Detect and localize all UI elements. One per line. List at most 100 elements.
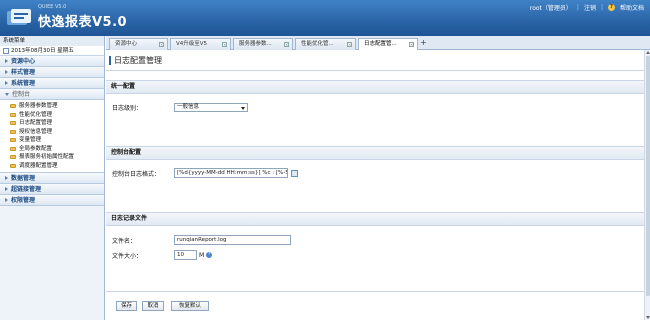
folder-icon (10, 146, 16, 151)
sidebar-item-hyperlink-management[interactable]: 超链接管理 (0, 184, 104, 195)
folder-icon (10, 138, 16, 143)
help-link[interactable]: 帮助文档 (620, 3, 644, 12)
log-level-value: 一般信息 (177, 104, 200, 110)
tab-bar: 资源中心 × V4升级至V5 × 服务器参数... × 性能优化管... × 日志配置管… (106, 36, 650, 51)
submenu-label: 服务器参数管理 (19, 103, 58, 109)
sidebar-item-console[interactable]: 控制台 (0, 89, 104, 100)
sidebar-item-style-management[interactable]: 样式管理 (0, 67, 104, 78)
user-menu: root（管理员） | 注销 | ? 帮助文档 (530, 3, 644, 12)
folder-icon (10, 163, 16, 168)
sidebar-item-system-management[interactable]: 系统管理 (0, 78, 104, 89)
current-user: root（管理员） (529, 5, 572, 12)
submenu-item[interactable]: 全局参数配置 (10, 145, 104, 154)
submenu-item[interactable]: 报表服务初始属性配置 (10, 153, 104, 162)
date-display: 2013年08月30日 星期五 (0, 46, 104, 56)
close-icon[interactable]: × (409, 42, 414, 47)
close-icon[interactable]: × (284, 42, 289, 47)
chevron-down-icon (241, 107, 245, 110)
scroll-down-icon[interactable] (646, 316, 650, 319)
sidebar-item-label: 数据管理 (11, 174, 36, 182)
submenu-label: 全局参数配置 (19, 145, 53, 152)
log-level-row: 日志级别： 一般信息 (112, 103, 248, 112)
file-size-label: 文件大小： (112, 252, 143, 260)
sidebar-item-label: 控制台 (12, 90, 31, 98)
help-icon[interactable]: ? (206, 252, 213, 258)
divider: | (576, 4, 579, 11)
sidebar-title: 系统菜单 (0, 36, 104, 46)
help-icon[interactable]: ? (607, 4, 615, 11)
close-icon[interactable]: × (347, 42, 352, 47)
calendar-icon (3, 47, 9, 54)
expand-icon (5, 198, 8, 202)
collapse-icon (5, 92, 9, 96)
tab-performance[interactable]: 性能优化管... × (295, 38, 356, 50)
divider (106, 70, 644, 71)
sidebar-item-label: 样式管理 (11, 68, 36, 76)
tab-label: V4升级至V5 (176, 41, 208, 47)
save-button[interactable]: 保存 (116, 301, 137, 311)
divider: | (600, 4, 603, 11)
log-level-select[interactable]: 一般信息 (174, 103, 248, 112)
cancel-button[interactable]: 取消 (142, 301, 164, 311)
sidebar: 系统菜单 2013年08月30日 星期五 资源中心 样式管理 系统管理 控制台 … (0, 36, 105, 320)
submenu-label: 性能优化管理 (19, 111, 53, 118)
sidebar-item-label: 权限管理 (11, 196, 36, 204)
submenu-item[interactable]: 调度器配置管理 (10, 162, 104, 171)
submenu-item[interactable]: 性能优化管理 (10, 111, 104, 120)
tab-label: 性能优化管... (301, 41, 334, 47)
scroll-up-icon[interactable] (646, 51, 650, 54)
close-icon[interactable]: × (222, 42, 227, 47)
submenu-item[interactable]: 服务器参数管理 (10, 102, 104, 111)
divider (106, 291, 644, 292)
expand-icon (5, 70, 8, 74)
expand-icon (5, 59, 8, 63)
expand-icon (5, 176, 8, 180)
tab-label: 日志配置管... (364, 41, 397, 47)
submenu-label: 日志配置管理 (19, 120, 53, 126)
folder-icon (10, 104, 16, 109)
folder-icon (10, 129, 16, 134)
sidebar-item-label: 系统管理 (11, 79, 36, 87)
folder-icon (10, 155, 16, 160)
sidebar-item-label: 资源中心 (11, 57, 36, 65)
folder-icon (10, 112, 16, 117)
vertical-scrollbar[interactable] (644, 50, 650, 320)
submenu-item[interactable]: 变量管理 (10, 136, 104, 145)
sidebar-item-resource-center[interactable]: 资源中心 (0, 56, 104, 67)
page-title-text: 日志配置管理 (114, 55, 162, 65)
app-title: 快逸报表V5.0 (38, 15, 128, 30)
tab-v4-upgrade[interactable]: V4升级至V5 × (170, 38, 231, 50)
logo-icon (7, 9, 31, 25)
main-content: 日志配置管理 统一配置 日志级别： 一般信息 控制台配置 控制台日志格式： [%… (106, 50, 644, 320)
scrollbar-thumb[interactable] (646, 56, 650, 296)
logout-link[interactable]: 注销 (584, 3, 596, 12)
submenu-item[interactable]: 日志配置管理 (10, 119, 104, 128)
add-tab-icon[interactable]: + (419, 39, 428, 48)
tab-label: 资源中心 (115, 41, 138, 47)
log-level-label: 日志级别： (112, 105, 143, 112)
file-size-input[interactable]: 10 (174, 250, 197, 260)
app-header: QUIEE V5.0 快逸报表V5.0 root（管理员） | 注销 | ? 帮… (0, 0, 650, 36)
file-name-label: 文件名： (112, 237, 137, 245)
section-header-unified: 统一配置 (106, 80, 644, 94)
tab-server-params[interactable]: 服务器参数... × (233, 38, 293, 50)
submenu-label: 授权信息管理 (19, 128, 53, 135)
sidebar-item-label: 超链接管理 (11, 185, 42, 193)
submenu-item[interactable]: 授权信息管理 (10, 128, 104, 137)
section-header-console: 控制台配置 (106, 146, 644, 160)
date-text: 2013年08月30日 星期五 (11, 47, 74, 54)
close-icon[interactable]: × (159, 42, 164, 47)
console-format-input[interactable]: [%d{yyyy-MM-dd HH:mm:ss}] %c : [%-5p (174, 168, 288, 178)
console-format-row: 控制台日志格式： [%d{yyyy-MM-dd HH:mm:ss}] %c : … (112, 168, 298, 178)
file-size-unit: M (199, 251, 205, 259)
sidebar-item-data-management[interactable]: 数据管理 (0, 173, 104, 184)
expand-icon (5, 187, 8, 191)
file-name-input[interactable]: runqianReport.log (174, 235, 291, 245)
reset-default-button[interactable]: 恢复默认 (171, 301, 209, 311)
tab-resource-center[interactable]: 资源中心 × (109, 38, 168, 50)
sidebar-item-permission-management[interactable]: 权限管理 (0, 195, 104, 206)
edit-icon[interactable] (291, 169, 298, 177)
console-format-label: 控制台日志格式： (112, 170, 161, 178)
folder-icon (10, 121, 16, 126)
submenu-label: 变量管理 (19, 137, 42, 143)
